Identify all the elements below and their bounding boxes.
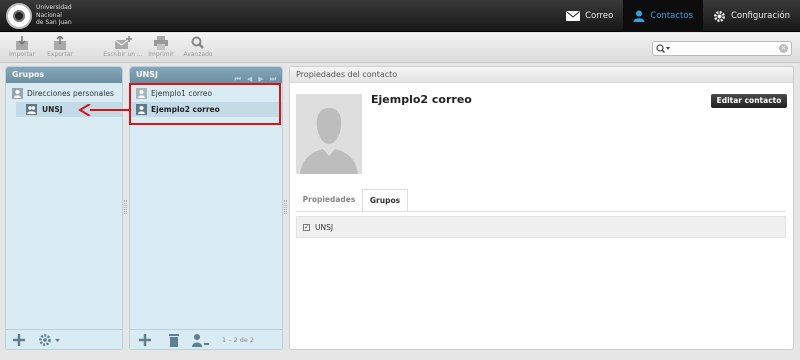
gear-icon xyxy=(714,10,725,22)
nav-mail-label: Correo xyxy=(585,11,614,21)
edit-contact-button[interactable]: Editar contacto xyxy=(711,94,787,108)
university-logo-text: Universidad Nacional de San Juan xyxy=(36,4,96,27)
top-navigation: Correo Contactos Configuración xyxy=(556,0,800,32)
group-item-label: Direcciones personales xyxy=(27,89,114,98)
tab-groups[interactable]: Grupos xyxy=(362,189,408,211)
university-logo xyxy=(6,3,32,29)
nav-mail[interactable]: Correo xyxy=(556,0,623,32)
export-icon xyxy=(54,36,66,50)
search-box[interactable]: × xyxy=(652,41,792,56)
nav-settings-label: Configuración xyxy=(731,11,790,21)
avatar-silhouette-icon xyxy=(300,108,358,174)
advanced-search-button[interactable]: Avanzado xyxy=(178,36,218,58)
splitter-handle[interactable] xyxy=(284,200,287,214)
export-label: Exportar xyxy=(47,51,73,58)
import-button[interactable]: Importar xyxy=(2,36,42,58)
advanced-label: Avanzado xyxy=(183,51,213,58)
export-button[interactable]: Exportar xyxy=(40,36,80,58)
trash-icon[interactable] xyxy=(167,333,181,347)
printer-icon xyxy=(154,36,168,50)
magnifier-icon xyxy=(191,36,204,49)
contacts-footer: 1 – 2 de 2 xyxy=(130,329,282,349)
tab-divider xyxy=(296,211,786,212)
group-checkbox-label: UNSJ xyxy=(315,223,334,232)
address-book-icon xyxy=(12,88,23,99)
nav-contacts-label: Contactos xyxy=(650,11,693,21)
groups-header: Grupos xyxy=(6,67,122,83)
contact-avatar xyxy=(296,94,362,174)
group-icon xyxy=(26,104,37,115)
top-bar: Universidad Nacional de San Juan Correo … xyxy=(0,0,800,32)
print-button[interactable]: Imprimir xyxy=(141,36,181,58)
envelope-icon xyxy=(566,11,581,21)
write-button[interactable]: Escribir un ... xyxy=(100,36,146,58)
logo-line-2: Nacional xyxy=(36,11,62,19)
properties-header: Propiedades del contacto xyxy=(290,67,793,83)
add-group-icon[interactable] xyxy=(12,333,26,347)
group-settings-icon[interactable] xyxy=(38,333,62,347)
annotation-highlight-box xyxy=(129,83,281,125)
clear-search-icon[interactable]: × xyxy=(779,44,788,53)
person-icon xyxy=(633,10,645,22)
splitter-handle[interactable] xyxy=(124,200,127,214)
contacts-header: UNSJ ⏮ ◀ ▶ ⏭ xyxy=(130,67,282,83)
import-icon xyxy=(16,36,28,50)
tab-properties[interactable]: Propiedades xyxy=(296,189,362,211)
import-label: Importar xyxy=(8,51,36,58)
group-item-label: UNSJ xyxy=(42,105,63,114)
new-mail-icon xyxy=(114,36,132,49)
group-checkbox[interactable]: ✓ xyxy=(303,224,310,231)
pagination-text: 1 – 2 de 2 xyxy=(222,336,255,344)
nav-contacts[interactable]: Contactos xyxy=(623,0,703,32)
add-contact-icon[interactable] xyxy=(138,333,152,347)
search-icon xyxy=(656,44,670,54)
group-item-personal[interactable]: Direcciones personales xyxy=(6,86,122,101)
write-label: Escribir un ... xyxy=(103,51,143,58)
groups-footer xyxy=(6,329,122,349)
remove-from-group-icon[interactable] xyxy=(192,333,210,347)
print-label: Imprimir xyxy=(148,51,174,58)
contact-display-name: Ejemplo2 correo xyxy=(371,93,472,106)
groups-tab-body: ✓ UNSJ xyxy=(296,216,786,238)
nav-settings[interactable]: Configuración xyxy=(703,0,800,32)
logo-line-1: Universidad xyxy=(36,4,72,11)
contacts-title: UNSJ xyxy=(136,70,158,79)
logo-line-3: de San Juan xyxy=(36,19,72,26)
annotation-arrow xyxy=(78,104,130,116)
